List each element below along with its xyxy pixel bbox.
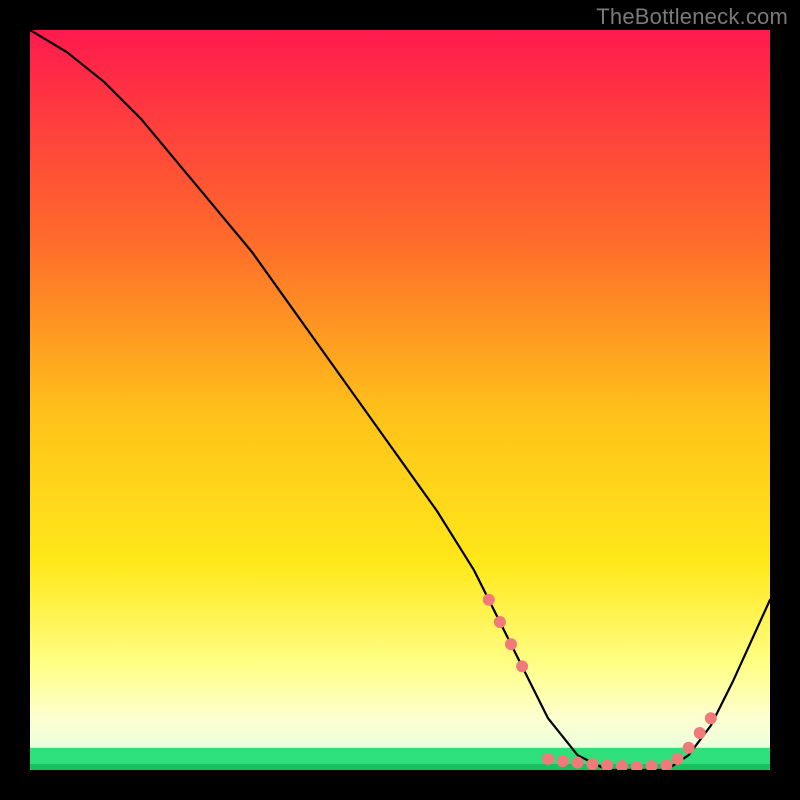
highlight-dot [494,616,506,628]
bottleneck-chart [30,30,770,770]
highlight-dot [505,638,517,650]
highlight-dot [516,660,528,672]
watermark-text: TheBottleneck.com [596,4,788,30]
highlight-dot [683,742,695,754]
highlight-dot [705,712,717,724]
highlight-dot [557,755,569,767]
floor-green-band [30,748,770,770]
plot-area [30,30,770,770]
highlight-dot [586,758,598,770]
chart-frame: TheBottleneck.com [0,0,800,800]
highlight-dot [483,594,495,606]
highlight-dot [572,757,584,769]
highlight-dot [542,753,554,765]
highlight-dot [672,753,684,765]
gradient-background [30,30,770,770]
highlight-dot [694,727,706,739]
